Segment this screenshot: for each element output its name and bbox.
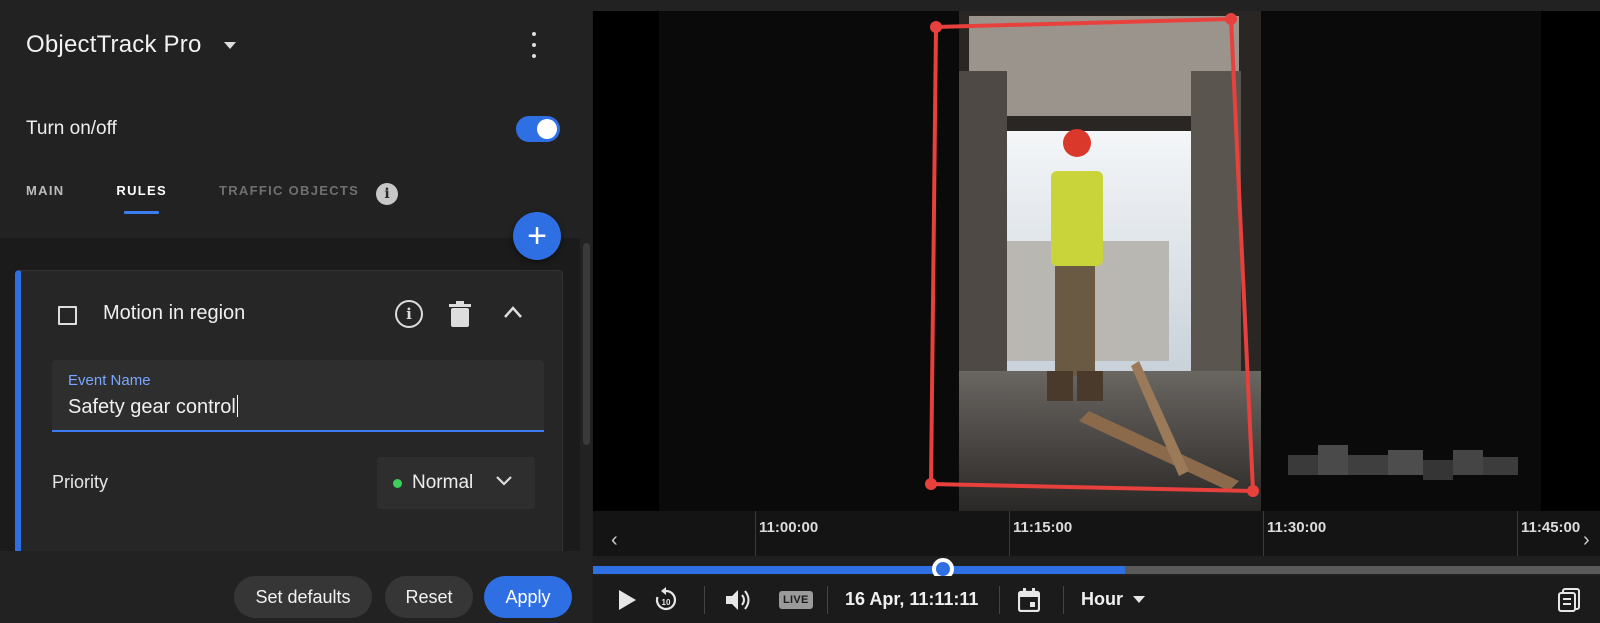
top-strip <box>0 0 1600 11</box>
priority-label: Priority <box>52 472 109 492</box>
video-viewport[interactable] <box>593 11 1600 511</box>
live-badge: LIVE <box>779 590 813 609</box>
timeline-tick <box>1009 511 1010 556</box>
timeline-label: 11:15:00 <box>1013 519 1073 536</box>
timeline-next-icon[interactable]: › <box>1583 529 1590 552</box>
timeline-prev-icon[interactable]: ‹ <box>611 529 618 552</box>
tab-traffic-objects[interactable]: TRAFFIC OBJECTS <box>219 183 359 198</box>
priority-value: Normal <box>412 472 474 493</box>
add-rule-button[interactable]: + <box>513 212 561 260</box>
calendar-icon[interactable] <box>1018 576 1040 623</box>
playback-track[interactable] <box>593 566 1600 574</box>
bounding-box[interactable] <box>593 11 1600 511</box>
datetime-value: 16 Apr, 11:11:11 <box>845 589 979 609</box>
priority-status-dot <box>393 479 402 488</box>
enable-toggle[interactable] <box>516 116 560 142</box>
rule-info-icon[interactable]: i <box>395 300 423 328</box>
divider <box>999 586 1000 614</box>
toggle-knob <box>537 119 557 139</box>
tab-main[interactable]: MAIN <box>26 183 64 198</box>
divider <box>1063 586 1064 614</box>
pixelated-overlay <box>1288 445 1518 480</box>
timeline-label: 11:45:00 <box>1521 519 1581 536</box>
rule-card: Motion in region i Event Name Safety gea… <box>15 270 563 551</box>
bbox-handle[interactable] <box>930 21 942 33</box>
timeline[interactable]: ‹ 11:00:00 11:15:00 11:30:00 11:45:00 › <box>593 511 1600 556</box>
app-title: ObjectTrack Pro <box>26 31 202 58</box>
tab-bar: MAIN RULES TRAFFIC OBJECTS <box>26 183 373 214</box>
rules-list: Motion in region i Event Name Safety gea… <box>0 238 580 551</box>
replay-10-icon[interactable]: 10 <box>653 576 679 623</box>
timeline-tick <box>1263 511 1264 556</box>
play-icon[interactable] <box>617 576 637 623</box>
caret-down-icon <box>223 41 236 49</box>
timeline-tick <box>755 511 756 556</box>
event-name-input[interactable]: Safety gear control <box>68 395 238 419</box>
event-name-field[interactable]: Event Name Safety gear control <box>52 360 544 432</box>
range-value: Hour <box>1081 589 1123 609</box>
notebook-icon[interactable] <box>1558 576 1580 623</box>
scrollbar[interactable] <box>583 243 590 445</box>
caret-down-icon <box>1133 596 1145 603</box>
range-select[interactable]: Hour <box>1081 576 1145 623</box>
bbox-handle[interactable] <box>1225 13 1237 25</box>
rule-checkbox[interactable] <box>58 306 77 325</box>
timeline-label: 11:00:00 <box>759 519 819 536</box>
set-defaults-button[interactable]: Set defaults <box>234 576 372 618</box>
divider <box>827 586 828 614</box>
volume-icon[interactable] <box>725 576 751 623</box>
toggle-label: Turn on/off <box>26 118 117 139</box>
more-vert-icon[interactable] <box>528 30 540 60</box>
rule-title: Motion in region <box>103 302 246 324</box>
divider <box>704 586 705 614</box>
player-controls: 10 LIVE 16 Apr, 11:11:11 Hour <box>593 576 1600 623</box>
bbox-handle[interactable] <box>1247 485 1259 497</box>
timeline-label: 11:30:00 <box>1267 519 1327 536</box>
svg-text:10: 10 <box>662 598 671 607</box>
datetime-display[interactable]: 16 Apr, 11:11:11 <box>845 576 978 623</box>
chevron-up-icon[interactable] <box>503 305 523 319</box>
reset-button[interactable]: Reset <box>385 576 473 618</box>
apply-button[interactable]: Apply <box>484 576 572 618</box>
bbox-handle[interactable] <box>925 478 937 490</box>
priority-select[interactable]: Normal <box>377 457 535 509</box>
chevron-down-icon <box>496 476 512 486</box>
timeline-tick <box>1517 511 1518 556</box>
recorded-range <box>593 566 1125 574</box>
info-icon[interactable]: i <box>376 183 398 205</box>
app-selector[interactable]: ObjectTrack Pro <box>26 30 236 60</box>
tab-rules[interactable]: RULES <box>116 183 167 214</box>
trash-icon[interactable] <box>449 301 471 327</box>
event-name-label: Event Name <box>68 372 151 389</box>
live-button[interactable]: LIVE <box>779 576 813 623</box>
